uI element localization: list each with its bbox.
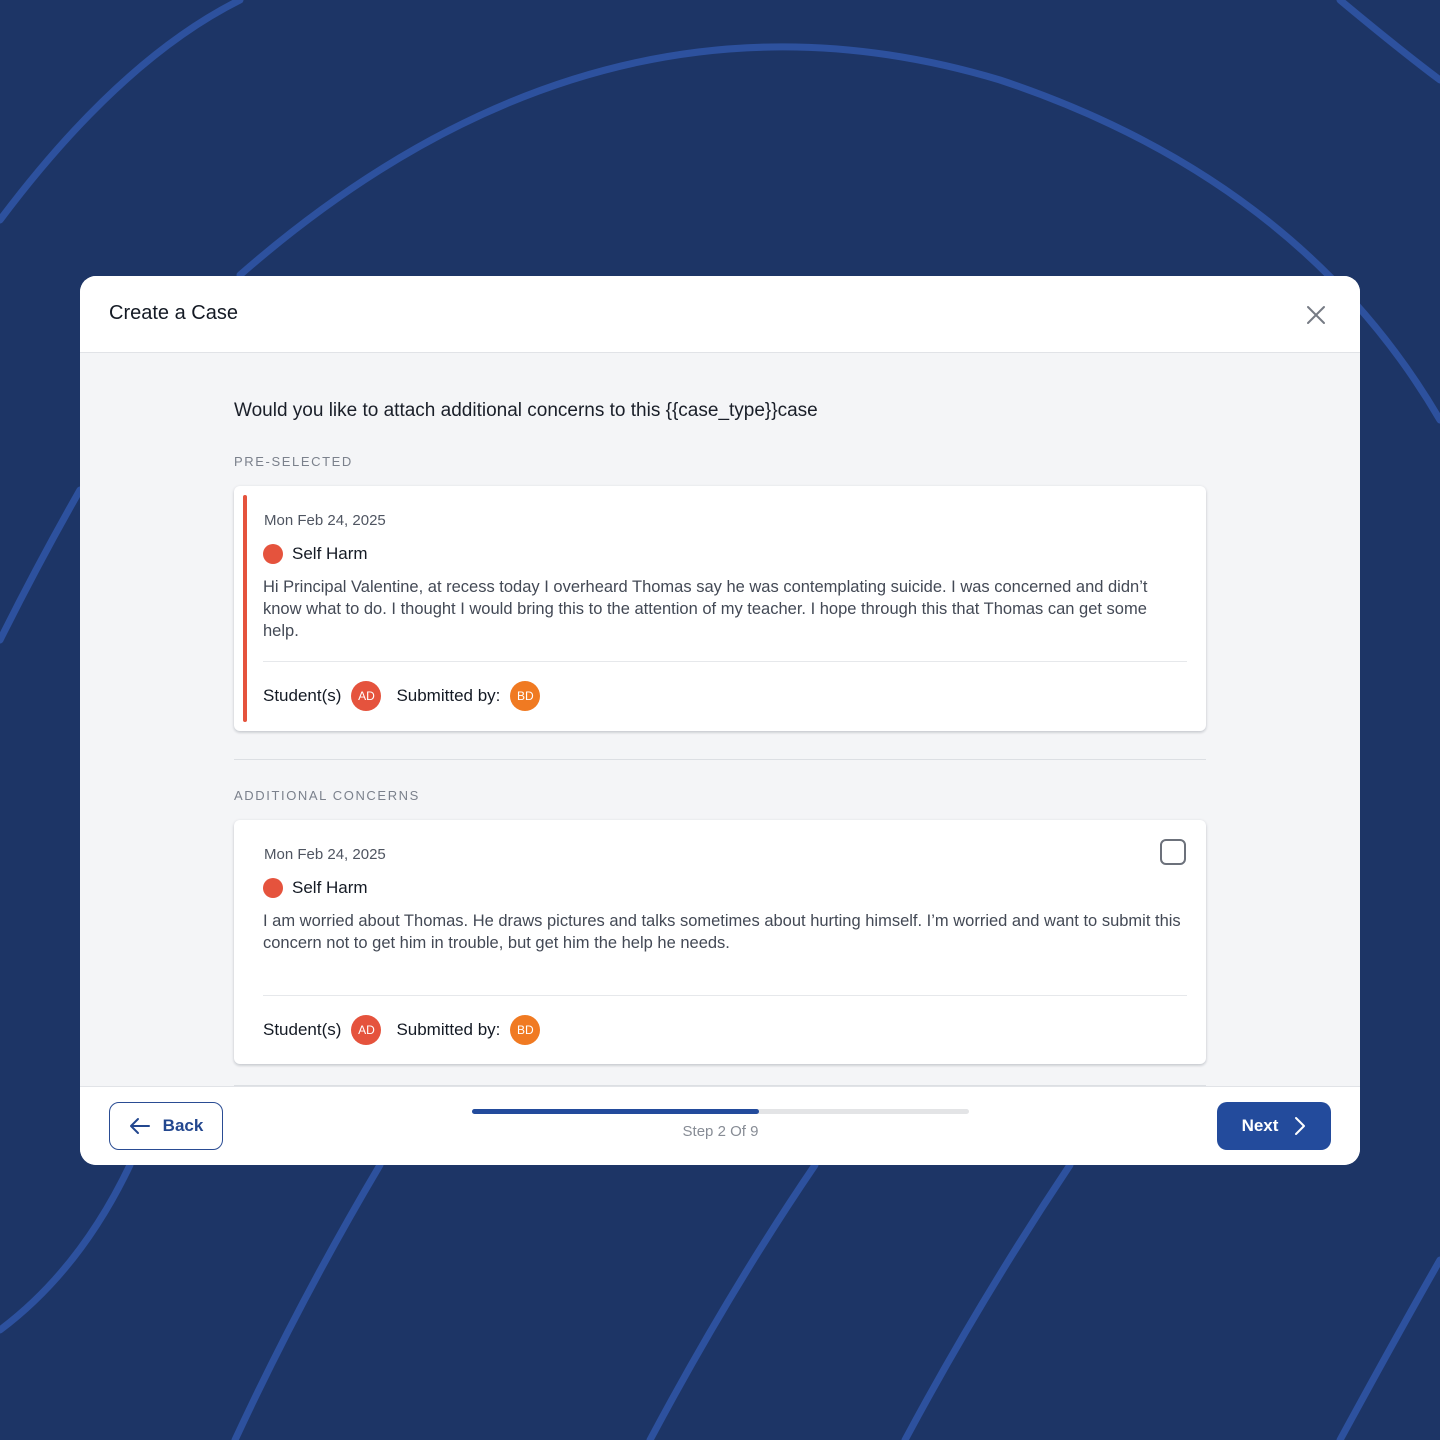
preselected-label: PRE-SELECTED [234,454,353,469]
submitter-avatar[interactable]: BD [510,681,541,711]
concern-text: I am worried about Thomas. He draws pict… [263,912,1181,952]
submitted-by-label: Submitted by: [396,686,501,705]
students-label: Student(s) [263,1020,342,1039]
progress-bar [472,1109,969,1114]
students-label: Student(s) [263,686,342,705]
concern-text: Hi Principal Valentine, at recess today … [263,578,1148,640]
concern-date: Mon Feb 24, 2025 [264,846,386,863]
back-button[interactable]: Back [109,1102,223,1150]
submitter-avatar[interactable]: BD [510,1015,541,1045]
create-case-modal: Create a Case Would you like to attach a… [80,276,1360,1165]
modal-body[interactable]: Would you like to attach additional conc… [80,353,1360,1086]
concern-type-row: Self Harm [263,878,368,898]
next-button-label: Next [1241,1116,1279,1135]
concern-meta: Student(s) AD Submitted by: BD [263,681,541,711]
modal-footer: Back Step 2 Of 9 Next [80,1086,1360,1165]
student-avatar[interactable]: AD [351,1015,382,1045]
next-button[interactable]: Next [1217,1102,1331,1150]
question-heading: Would you like to attach additional conc… [234,400,818,421]
progress-bar-fill [472,1109,759,1114]
close-icon[interactable] [1305,304,1327,326]
section-divider [234,759,1206,760]
step-indicator: Step 2 Of 9 [682,1123,759,1140]
card-divider [263,661,1187,662]
concern-date: Mon Feb 24, 2025 [264,512,386,529]
arrow-left-icon [129,1118,150,1134]
student-avatar[interactable]: AD [351,681,382,711]
severity-dot-icon [263,544,283,564]
modal-title: Create a Case [109,302,238,324]
concern-type: Self Harm [292,544,368,563]
chevron-right-icon [1295,1117,1306,1135]
concern-type: Self Harm [292,878,368,897]
card-divider [263,995,1187,996]
additional-concerns-label: ADDITIONAL CONCERNS [234,788,420,803]
modal-header: Create a Case [80,276,1360,353]
preselected-concern-card: Mon Feb 24, 2025 Self Harm Hi Principal … [234,486,1206,731]
back-button-label: Back [162,1116,204,1135]
additional-concern-card[interactable]: Mon Feb 24, 2025 Self Harm I am worried … [234,820,1206,1064]
submitted-by-label: Submitted by: [396,1020,501,1039]
severity-dot-icon [263,878,283,898]
attach-concern-checkbox[interactable] [1160,839,1186,865]
concern-type-row: Self Harm [263,544,368,564]
concern-meta: Student(s) AD Submitted by: BD [263,1015,541,1045]
